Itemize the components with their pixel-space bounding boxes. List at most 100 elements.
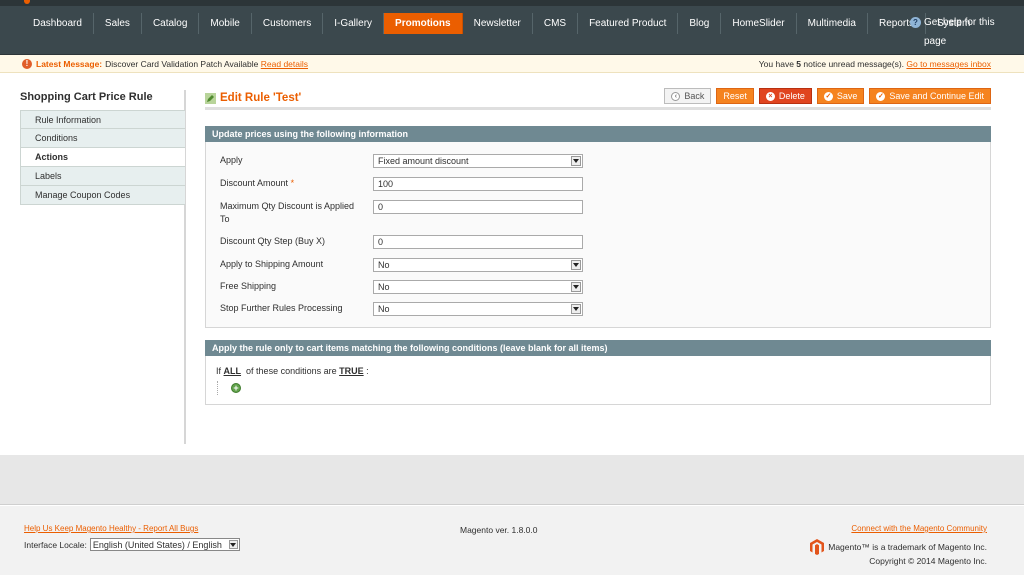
locale-select[interactable]: English (United States) / English <box>89 538 240 551</box>
delete-button-label: Delete <box>778 91 805 101</box>
free-shipping-value: No <box>378 282 390 292</box>
tab-rule-information[interactable]: Rule Information <box>20 110 185 129</box>
report-bugs-link[interactable]: Help Us Keep Magento Healthy - Report Al… <box>24 524 198 533</box>
top-navigation: Dashboard Sales Catalog Mobile Customers… <box>0 0 1024 55</box>
nav-mobile[interactable]: Mobile <box>199 13 252 34</box>
interface-locale: Interface Locale: English (United States… <box>24 538 240 551</box>
conditions-middle: of these conditions are <box>246 366 337 376</box>
delete-button[interactable]: × Delete <box>758 88 812 104</box>
max-qty-input[interactable]: 0 <box>373 200 583 214</box>
tab-actions[interactable]: Actions <box>20 148 185 167</box>
nav-promotions[interactable]: Promotions <box>384 13 463 34</box>
chevron-down-icon <box>228 540 238 549</box>
aggregator-toggle[interactable]: ALL <box>224 366 242 376</box>
apply-shipping-value: No <box>378 260 390 270</box>
apply-select[interactable]: Fixed amount discount <box>373 154 583 168</box>
edit-pencil-icon <box>205 93 216 104</box>
save-continue-check-icon: ✓ <box>876 91 886 101</box>
chevron-down-icon <box>571 304 581 314</box>
main-menu: Dashboard Sales Catalog Mobile Customers… <box>22 13 981 34</box>
magento-version: Magento ver. 1.8.0.0 <box>460 525 538 535</box>
locale-value: English (United States) / English <box>92 539 222 550</box>
header-strip <box>0 0 1024 6</box>
conditions-tree-line <box>217 381 218 395</box>
nav-blog[interactable]: Blog <box>678 13 722 34</box>
nav-homeslider[interactable]: HomeSlider <box>721 13 797 34</box>
save-button[interactable]: ✓ Save <box>816 88 865 104</box>
notice-count: 5 <box>796 59 802 69</box>
nav-cms[interactable]: CMS <box>533 13 579 34</box>
nav-multimedia[interactable]: Multimedia <box>797 13 868 34</box>
stop-rules-value: No <box>378 304 390 314</box>
back-button-label: Back <box>684 91 705 101</box>
sidebar-tabs: Rule Information Conditions Actions Labe… <box>20 110 185 205</box>
help-link-label: Get help for this page <box>924 17 995 47</box>
conditions-prefix: If <box>216 366 222 376</box>
community-link[interactable]: Connect with the Magento Community <box>851 524 987 533</box>
stop-rules-label: Stop Further Rules Processing <box>220 303 343 313</box>
apply-label: Apply <box>220 155 243 165</box>
qty-step-input[interactable]: 0 <box>373 235 583 249</box>
nav-newsletter[interactable]: Newsletter <box>463 13 533 34</box>
nav-dashboard[interactable]: Dashboard <box>22 13 94 34</box>
footer: Help Us Keep Magento Healthy - Report Al… <box>0 506 1024 575</box>
nav-featured-product[interactable]: Featured Product <box>578 13 679 34</box>
conditions-fieldset: If ALL of these conditions are TRUE : + <box>205 356 991 405</box>
save-button-label: Save <box>836 91 858 101</box>
nav-customers[interactable]: Customers <box>252 13 324 34</box>
add-condition-plus-icon[interactable]: + <box>231 383 241 393</box>
help-link[interactable]: ? Get help for this page <box>910 17 1004 51</box>
locale-label: Interface Locale: <box>24 539 87 550</box>
discount-amount-label: Discount Amount * <box>220 178 295 188</box>
notice-summary: You have 5 notice unread message(s). Go … <box>759 59 991 69</box>
conditions-statement: If ALL of these conditions are TRUE : <box>216 366 369 376</box>
trademark: Magento™ is a trademark of Magento Inc. <box>810 539 987 555</box>
alert-icon: ! <box>22 58 32 69</box>
system-message-bar: ! Latest Message: Discover Card Validati… <box>0 55 1024 73</box>
messages-inbox-link[interactable]: Go to messages inbox <box>906 59 991 69</box>
reset-button[interactable]: Reset <box>716 88 754 104</box>
page-header: Edit Rule 'Test' ‹ Back Reset × Delete ✓… <box>205 88 991 110</box>
save-and-continue-label: Save and Continue Edit <box>889 91 984 101</box>
back-arrow-icon: ‹ <box>671 91 681 101</box>
page-title: Edit Rule 'Test' <box>220 92 302 104</box>
notice-prefix: You have <box>758 59 794 69</box>
discount-amount-input[interactable]: 100 <box>373 177 583 191</box>
stop-rules-select[interactable]: No <box>373 302 583 316</box>
apply-shipping-select[interactable]: No <box>373 258 583 272</box>
help-icon: ? <box>910 17 921 28</box>
actions-fieldset-legend: Update prices using the following inform… <box>205 126 991 142</box>
free-shipping-select[interactable]: No <box>373 280 583 294</box>
required-marker: * <box>290 178 295 188</box>
nav-catalog[interactable]: Catalog <box>142 13 200 34</box>
actions-fieldset: Apply Fixed amount discount Discount Amo… <box>205 142 991 328</box>
tab-conditions[interactable]: Conditions <box>20 129 185 148</box>
qty-step-label: Discount Qty Step (Buy X) <box>220 236 326 246</box>
nav-i-gallery[interactable]: I-Gallery <box>323 13 385 34</box>
tab-manage-coupon-codes[interactable]: Manage Coupon Codes <box>20 186 185 205</box>
latest-message-text: Discover Card Validation Patch Available <box>105 58 259 69</box>
read-details-link[interactable]: Read details <box>261 59 308 69</box>
notice-suffix: notice unread message(s). <box>803 59 905 69</box>
back-button[interactable]: ‹ Back <box>664 88 712 104</box>
copyright: Copyright © 2014 Magento Inc. <box>869 556 987 566</box>
chevron-down-icon <box>571 260 581 270</box>
sidebar-title: Shopping Cart Price Rule <box>20 91 153 103</box>
save-check-icon: ✓ <box>823 91 833 101</box>
apply-select-value: Fixed amount discount <box>378 156 469 166</box>
latest-message-label: Latest Message: <box>36 58 103 69</box>
value-toggle[interactable]: TRUE <box>339 366 364 376</box>
free-shipping-label: Free Shipping <box>220 281 277 291</box>
nav-sales[interactable]: Sales <box>94 13 142 34</box>
delete-x-icon: × <box>765 91 775 101</box>
save-and-continue-button[interactable]: ✓ Save and Continue Edit <box>869 88 991 104</box>
magento-logo-icon <box>810 539 825 555</box>
apply-shipping-label: Apply to Shipping Amount <box>220 259 324 269</box>
reset-button-label: Reset <box>723 91 747 101</box>
conditions-suffix: : <box>366 366 369 376</box>
footer-spacer <box>0 455 1024 505</box>
max-qty-label: Maximum Qty Discount is Applied To <box>220 201 355 224</box>
tab-labels[interactable]: Labels <box>20 167 185 186</box>
chevron-down-icon <box>571 156 581 166</box>
conditions-fieldset-legend: Apply the rule only to cart items matchi… <box>205 340 991 356</box>
